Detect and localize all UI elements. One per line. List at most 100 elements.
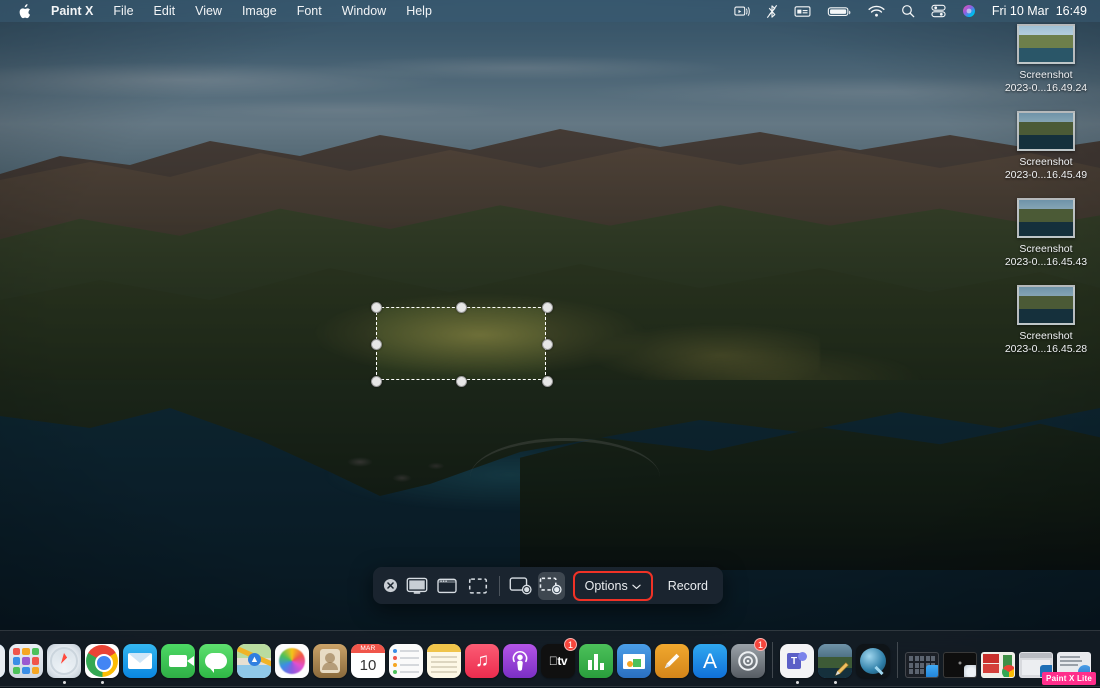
menu-view[interactable]: View: [185, 0, 232, 22]
dock: ▲ MAR 10 ♫ tv 1 A 1 T: [0, 630, 1100, 687]
screenshot-thumbnail-icon: [1017, 111, 1075, 151]
menu-bar: Paint X File Edit View Image Font Window…: [0, 0, 1100, 22]
dock-separator: [897, 642, 898, 678]
desktop-icon-label-line2: 2023-0...16.45.43: [1004, 256, 1088, 268]
dock-item-facetime[interactable]: [160, 640, 196, 684]
screen-capture-selection[interactable]: [371, 302, 553, 387]
control-center-icon[interactable]: [923, 4, 954, 18]
selection-handle-bottom-center[interactable]: [456, 376, 467, 387]
screenshot-toolbar: Options Record: [373, 567, 723, 604]
chevron-down-icon: [632, 579, 641, 593]
dock-item-music[interactable]: ♫: [464, 640, 500, 684]
dock-item-calendar[interactable]: MAR 10: [350, 640, 386, 684]
desktop-icon-label: Screenshot 2023-0...16.45.43: [1005, 243, 1087, 269]
battery-icon[interactable]: [819, 5, 860, 18]
dock-item-maps[interactable]: ▲: [236, 640, 272, 684]
siri-icon[interactable]: [954, 4, 984, 18]
selection-border: [376, 307, 546, 380]
dock-item-finder[interactable]: [0, 640, 6, 684]
wifi-icon[interactable]: [860, 5, 893, 18]
selection-handle-top-left[interactable]: [371, 302, 382, 313]
minimized-window-launchpad[interactable]: [904, 640, 940, 684]
menu-edit[interactable]: Edit: [144, 0, 186, 22]
desktop-icon-label-line2: 2023-0...16.45.28: [1004, 343, 1088, 355]
running-indicator: [833, 681, 837, 684]
screen-mirroring-icon[interactable]: [726, 5, 758, 18]
selection-handle-bottom-left[interactable]: [371, 376, 382, 387]
desktop-icon-screenshot-4[interactable]: Screenshot 2023-0...16.45.28: [996, 285, 1096, 356]
calendar-month-label: MAR: [351, 644, 385, 653]
notification-badge: 1: [754, 638, 767, 651]
menu-file[interactable]: File: [103, 0, 143, 22]
dock-item-mail[interactable]: [122, 640, 158, 684]
desktop-icon-label: Screenshot 2023-0...16.45.28: [1005, 330, 1087, 356]
desktop-icon-column: Screenshot 2023-0...16.49.24 Screenshot …: [996, 24, 1096, 372]
dock-item-microsoft-teams[interactable]: T: [779, 640, 815, 684]
dock-item-reminders[interactable]: [388, 640, 424, 684]
dock-item-photos[interactable]: [274, 640, 310, 684]
desktop-icon-label-line1: Screenshot: [1019, 69, 1073, 81]
close-circle-icon[interactable]: [379, 578, 402, 593]
screenshot-thumbnail-icon: [1017, 24, 1075, 64]
running-indicator: [795, 681, 799, 684]
dock-item-system-settings[interactable]: 1: [730, 638, 767, 684]
menu-app-name[interactable]: Paint X: [41, 0, 103, 22]
desktop-screen: Paint X File Edit View Image Font Window…: [0, 0, 1100, 688]
selection-handle-middle-right[interactable]: [542, 339, 553, 350]
record-selected-portion-button[interactable]: [538, 571, 565, 600]
dock-item-podcasts[interactable]: [502, 640, 538, 684]
desktop-icon-screenshot-3[interactable]: Screenshot 2023-0...16.45.43: [996, 198, 1096, 269]
screenshot-thumbnail-icon: [1017, 198, 1075, 238]
calendar-day-label: 10: [359, 657, 377, 674]
capture-entire-screen-button[interactable]: [404, 572, 430, 600]
menu-image[interactable]: Image: [232, 0, 287, 22]
record-entire-screen-button[interactable]: [508, 572, 534, 600]
selection-handle-top-center[interactable]: [456, 302, 467, 313]
dock-item-notes[interactable]: [426, 640, 462, 684]
selection-handle-middle-left[interactable]: [371, 339, 382, 350]
menu-bar-clock[interactable]: Fri 10 Mar 16:49: [984, 4, 1091, 18]
options-button-label: Options: [584, 578, 628, 593]
dock-item-paint-x[interactable]: [817, 640, 853, 684]
options-button[interactable]: Options: [576, 574, 650, 598]
menu-font[interactable]: Font: [287, 0, 332, 22]
record-button[interactable]: Record: [659, 574, 717, 598]
capture-selected-portion-button[interactable]: [465, 572, 491, 600]
dock-item-contacts[interactable]: [312, 640, 348, 684]
minimized-window-safari[interactable]: [942, 640, 978, 684]
options-highlight-outline: Options: [572, 570, 653, 601]
running-indicator: [62, 681, 66, 684]
notification-badge: 1: [564, 638, 577, 651]
capture-selected-window-button[interactable]: [434, 572, 460, 600]
apple-logo-icon[interactable]: [8, 3, 41, 19]
dock-item-keynote[interactable]: [616, 640, 652, 684]
dock-item-apple-tv[interactable]: tv 1: [540, 638, 577, 684]
dock-item-quicktime-player[interactable]: [855, 640, 891, 684]
dock-item-pages[interactable]: [654, 640, 690, 684]
search-icon[interactable]: [893, 4, 923, 18]
running-indicator: [100, 681, 104, 684]
dock-item-google-chrome[interactable]: [84, 640, 120, 684]
minimized-window-chrome[interactable]: [980, 640, 1016, 684]
menu-window[interactable]: Window: [332, 0, 396, 22]
dock-item-launchpad[interactable]: [8, 640, 44, 684]
desktop-icon-label-line1: Screenshot: [1019, 243, 1073, 255]
dock-item-app-store[interactable]: A: [692, 640, 728, 684]
dock-item-numbers[interactable]: [578, 640, 614, 684]
dock-separator: [772, 642, 773, 678]
desktop-icon-label-line2: 2023-0...16.45.49: [1004, 169, 1088, 181]
dock-item-messages[interactable]: [198, 640, 234, 684]
dock-item-safari[interactable]: [46, 640, 82, 684]
selection-handle-top-right[interactable]: [542, 302, 553, 313]
menu-help[interactable]: Help: [396, 0, 442, 22]
desktop-icon-label: Screenshot 2023-0...16.45.49: [1005, 156, 1087, 182]
desktop-icon-screenshot-1[interactable]: Screenshot 2023-0...16.49.24: [996, 24, 1096, 95]
desktop-icon-screenshot-2[interactable]: Screenshot 2023-0...16.45.49: [996, 111, 1096, 182]
app-watermark: Paint X Lite: [1042, 672, 1096, 685]
desktop-icon-label-line1: Screenshot: [1019, 156, 1073, 168]
selection-handle-bottom-right[interactable]: [542, 376, 553, 387]
desktop-icon-label-line2: 2023-0...16.49.24: [1004, 82, 1088, 94]
desktop-icon-label-line1: Screenshot: [1019, 330, 1073, 342]
bluetooth-off-icon[interactable]: [758, 4, 786, 19]
display-captions-icon[interactable]: [786, 5, 819, 18]
